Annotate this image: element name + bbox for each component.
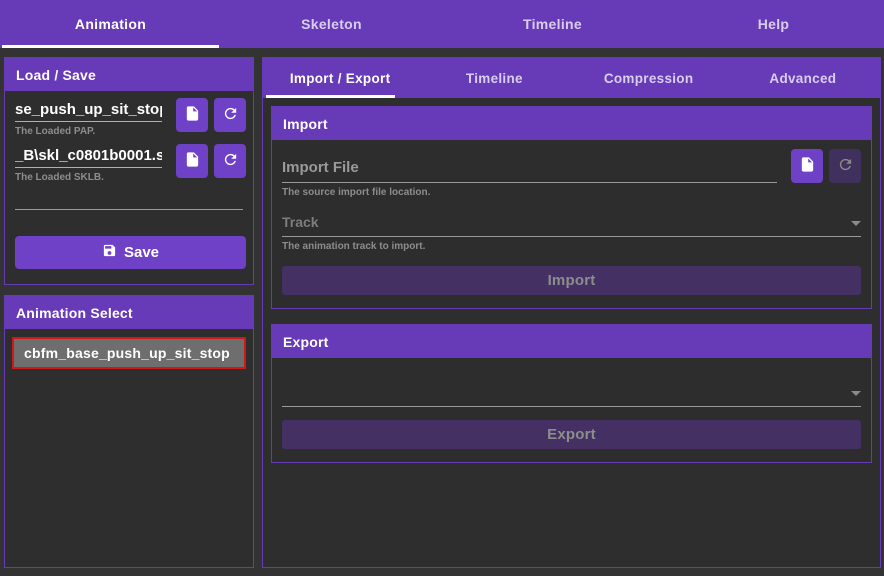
empty-field-underline[interactable] (15, 209, 243, 210)
pap-field[interactable]: se_push_up_sit_stop.pap The Loaded PAP. (15, 98, 162, 137)
tab-import-export[interactable]: Import / Export (263, 58, 417, 98)
tab-skeleton-label: Skeleton (301, 16, 362, 32)
export-button[interactable]: Export (282, 420, 861, 449)
file-icon (799, 156, 816, 176)
import-card-title: Import (283, 116, 328, 132)
open-sklb-file-button[interactable] (176, 144, 208, 178)
animation-select-title: Animation Select (16, 305, 133, 321)
active-tab-underline (2, 45, 219, 48)
track-helper: The animation track to import. (282, 241, 861, 252)
tab-compression[interactable]: Compression (572, 58, 726, 98)
export-card-header: Export (272, 325, 871, 358)
chevron-down-icon (851, 221, 861, 226)
animation-select-panel: Animation Select cbfm_base_push_up_sit_s… (4, 295, 254, 568)
track-placeholder: Track (282, 214, 319, 230)
active-tab-underline (266, 95, 395, 98)
tab-timeline-label: Timeline (523, 16, 582, 32)
sklb-helper-text: The Loaded SKLB. (15, 172, 162, 183)
browse-import-file-button[interactable] (791, 149, 823, 183)
open-pap-file-button[interactable] (176, 98, 208, 132)
import-file-input[interactable]: Import File (282, 149, 777, 183)
refresh-icon (837, 156, 854, 176)
refresh-icon (222, 105, 239, 125)
reload-import-file-button[interactable] (829, 149, 861, 183)
pap-input[interactable]: se_push_up_sit_stop.pap (15, 98, 162, 122)
refresh-icon (222, 151, 239, 171)
tab-timeline-right-label: Timeline (466, 71, 523, 86)
pap-helper-text: The Loaded PAP. (15, 126, 162, 137)
sklb-field-row: _B\skl_c0801b0001.sklb The Loaded SKLB. (5, 137, 253, 183)
right-tab-bar: Import / Export Timeline Compression Adv… (263, 58, 880, 98)
animation-select-header: Animation Select (5, 296, 253, 329)
pap-field-row: se_push_up_sit_stop.pap The Loaded PAP. (5, 91, 253, 137)
load-save-header: Load / Save (5, 58, 253, 91)
animation-list-item-selected[interactable]: cbfm_base_push_up_sit_stop (12, 337, 246, 369)
import-file-placeholder: Import File (282, 159, 359, 176)
tab-help-label: Help (758, 16, 790, 32)
export-card-body: Export (272, 358, 871, 462)
sklb-field[interactable]: _B\skl_c0801b0001.sklb The Loaded SKLB. (15, 144, 162, 183)
sklb-input[interactable]: _B\skl_c0801b0001.sklb (15, 144, 162, 168)
save-floppy-icon (102, 243, 124, 262)
load-save-title: Load / Save (16, 67, 96, 83)
import-card-header: Import (272, 107, 871, 140)
tab-advanced-label: Advanced (769, 71, 836, 86)
export-select[interactable] (282, 377, 861, 407)
tab-timeline-right[interactable]: Timeline (417, 58, 571, 98)
tab-import-export-label: Import / Export (290, 71, 391, 86)
reload-sklb-button[interactable] (214, 144, 246, 178)
file-icon (184, 105, 201, 125)
import-file-helper: The source import file location. (282, 187, 861, 198)
animation-list-item-label: cbfm_base_push_up_sit_stop (24, 345, 230, 361)
import-button-label: Import (548, 272, 596, 289)
tab-timeline[interactable]: Timeline (442, 0, 663, 48)
tab-compression-label: Compression (604, 71, 694, 86)
export-card-title: Export (283, 334, 329, 350)
save-button[interactable]: Save (15, 236, 246, 269)
tab-animation[interactable]: Animation (0, 0, 221, 48)
tab-animation-label: Animation (75, 16, 146, 32)
export-card: Export Export (271, 324, 872, 463)
load-save-panel: Load / Save se_push_up_sit_stop.pap The … (4, 57, 254, 285)
file-icon (184, 151, 201, 171)
save-button-label: Save (124, 244, 159, 261)
import-file-row: Import File (282, 149, 861, 183)
tab-skeleton[interactable]: Skeleton (221, 0, 442, 48)
track-select[interactable]: Track (282, 214, 861, 237)
chevron-down-icon (851, 391, 861, 396)
import-button[interactable]: Import (282, 266, 861, 295)
import-card: Import Import File The source import fil… (271, 106, 872, 309)
top-nav-bar: Animation Skeleton Timeline Help (0, 0, 884, 48)
tab-help[interactable]: Help (663, 0, 884, 48)
import-card-body: Import File The source import file locat… (272, 140, 871, 308)
export-button-label: Export (547, 426, 596, 443)
import-export-panel: Import / Export Timeline Compression Adv… (262, 57, 881, 568)
tab-advanced[interactable]: Advanced (726, 58, 880, 98)
reload-pap-button[interactable] (214, 98, 246, 132)
